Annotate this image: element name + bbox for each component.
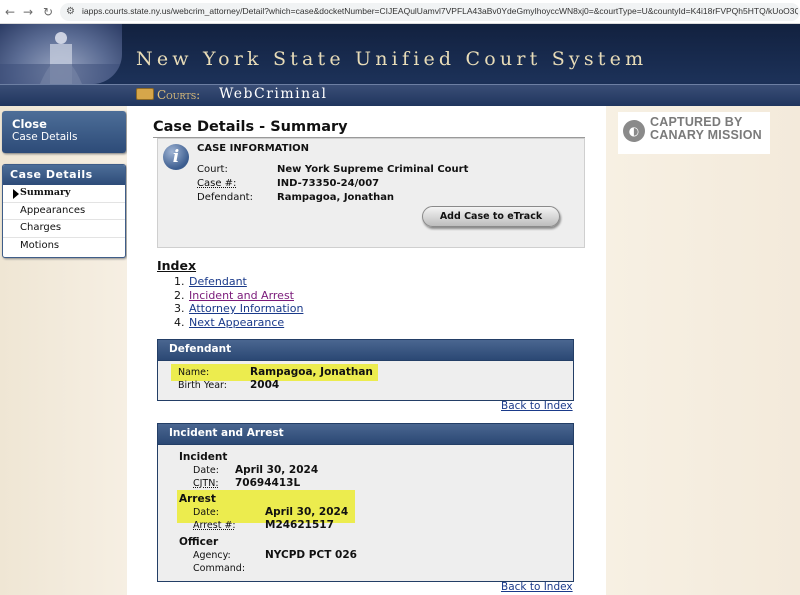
browser-toolbar: ← → ↻ ⚙ iapps.courts.state.ny.us/webcrim…	[0, 0, 800, 24]
sidebar-item-label: Charges	[20, 222, 62, 233]
defendant-section-body: Name: Rampagoa, Jonathan Birth Year: 200…	[158, 360, 573, 400]
arrest-date-value: April 30, 2024	[265, 506, 349, 518]
case-details-nav-title: Case Details	[3, 165, 125, 185]
court-label: Court:	[197, 164, 228, 175]
courts-label: Courts:	[157, 88, 201, 102]
index-number: 2.	[174, 288, 185, 302]
close-button-label: Close	[12, 117, 47, 131]
reload-icon[interactable]: ↻	[40, 4, 56, 20]
command-label: Command:	[193, 563, 246, 574]
officer-subheading: Officer	[179, 536, 219, 548]
case-number-row: Case #: IND-73350-24/007	[197, 178, 379, 189]
agency-label: Agency:	[193, 550, 231, 561]
watermark-line-2: CANARY MISSION	[650, 128, 762, 142]
case-information-box: i CASE INFORMATION Court: New York Suprem…	[157, 138, 585, 248]
cjtn-value: 70694413L	[235, 477, 301, 489]
back-to-index-link[interactable]: Back to Index	[501, 581, 573, 593]
close-case-details-button[interactable]: Close Case Details	[2, 111, 126, 153]
back-arrow-icon[interactable]: ←	[2, 4, 18, 20]
incident-arrest-section: Incident and Arrest Incident Date: April…	[157, 423, 574, 582]
incident-date-value: April 30, 2024	[235, 464, 319, 476]
cjtn-label: CJTN:	[193, 478, 219, 489]
url-text[interactable]: iapps.courts.state.ny.us/webcrim_attorne…	[82, 6, 798, 16]
name-value: Rampagoa, Jonathan	[250, 366, 373, 378]
index-number: 1.	[174, 275, 185, 288]
arrest-number-value: M24621517	[265, 519, 334, 531]
court-value: New York Supreme Criminal Court	[277, 164, 469, 175]
site-title: New York State Unified Court System	[136, 48, 648, 70]
court-row: Court: New York Supreme Criminal Court	[197, 164, 468, 175]
banner-subbar	[0, 84, 800, 106]
watermark-text: CAPTURED BY CANARY MISSION	[650, 116, 762, 142]
name-label: Name:	[178, 367, 210, 378]
list-item: 1. Defendant	[174, 275, 303, 289]
incident-date-label: Date:	[193, 465, 219, 476]
index-title: Index	[157, 258, 197, 273]
site-info-icon[interactable]: ⚙	[66, 6, 78, 18]
list-item: 2. Incident and Arrest	[174, 289, 303, 303]
agency-value: NYCPD PCT 026	[265, 549, 357, 561]
index-link-next-appearance[interactable]: Next Appearance	[189, 316, 284, 329]
court-seal-logo	[0, 24, 122, 84]
sidebar-item-label: Appearances	[20, 204, 86, 216]
incident-arrest-section-heading: Incident and Arrest	[158, 424, 573, 444]
index-link-attorney[interactable]: Attorney Information	[189, 302, 303, 315]
arrest-date-label: Date:	[193, 507, 219, 518]
courts-logo-icon	[136, 88, 154, 100]
case-details-nav: Case Details Summary Appearances Charges…	[2, 164, 126, 258]
case-information-heading: CASE INFORMATION	[197, 143, 310, 154]
defendant-label: Defendant:	[197, 192, 253, 203]
sidebar-item-label: Summary	[20, 187, 71, 198]
canary-mission-watermark: ◐ CAPTURED BY CANARY MISSION	[618, 112, 770, 154]
defendant-row: Defendant: Rampagoa, Jonathan	[197, 192, 394, 203]
add-to-etrack-button[interactable]: Add Case to eTrack	[422, 206, 560, 227]
sidebar-item-label: Motions	[20, 239, 60, 251]
birth-year-label: Birth Year:	[178, 380, 227, 391]
defendant-section: Defendant Name: Rampagoa, Jonathan Birth…	[157, 339, 574, 401]
forward-arrow-icon[interactable]: →	[20, 4, 36, 20]
index-number: 3.	[174, 302, 185, 315]
right-sidebar: ◐ CAPTURED BY CANARY MISSION	[606, 106, 800, 595]
defendant-value: Rampagoa, Jonathan	[277, 192, 395, 203]
info-icon: i	[163, 144, 189, 170]
current-item-arrow-icon	[13, 189, 19, 199]
close-button-sublabel: Case Details	[12, 131, 78, 143]
canary-bird-icon: ◐	[623, 120, 645, 142]
arrest-number-label: Arrest #:	[193, 520, 236, 531]
index-link-incident-arrest[interactable]: Incident and Arrest	[189, 289, 294, 302]
defendant-section-heading: Defendant	[158, 340, 573, 360]
address-bar[interactable]: ⚙ iapps.courts.state.ny.us/webcrim_attor…	[60, 3, 800, 21]
left-sidebar: Close Case Details Case Details Summary …	[0, 106, 127, 595]
case-number-value: IND-73350-24/007	[277, 178, 380, 189]
main-content: Case Details - Summary i CASE INFORMATIO…	[127, 106, 606, 595]
page-title: Case Details - Summary	[153, 119, 348, 135]
incident-arrest-section-body: Incident Date: April 30, 2024 CJTN: 7069…	[158, 444, 573, 581]
site-banner: New York State Unified Court System Cour…	[0, 24, 800, 106]
index-link-defendant[interactable]: Defendant	[189, 275, 247, 288]
sidebar-item-appearances[interactable]: Appearances	[3, 203, 125, 220]
sidebar-item-summary[interactable]: Summary	[3, 185, 125, 203]
incident-subheading: Incident	[179, 451, 228, 463]
list-item: 3. Attorney Information	[174, 302, 303, 316]
app-name: WebCriminal	[219, 86, 328, 102]
index-number: 4.	[174, 315, 185, 329]
arrest-subheading: Arrest	[179, 493, 216, 505]
sidebar-item-motions[interactable]: Motions	[3, 238, 125, 256]
case-number-label: Case #:	[197, 178, 237, 189]
index-list: 1. Defendant 2. Incident and Arrest 3. Atto…	[174, 275, 303, 329]
list-item: 4. Next Appearance	[174, 316, 303, 330]
birth-year-value: 2004	[250, 379, 280, 391]
back-to-index-link[interactable]: Back to Index	[501, 400, 573, 412]
sidebar-item-charges[interactable]: Charges	[3, 220, 125, 238]
